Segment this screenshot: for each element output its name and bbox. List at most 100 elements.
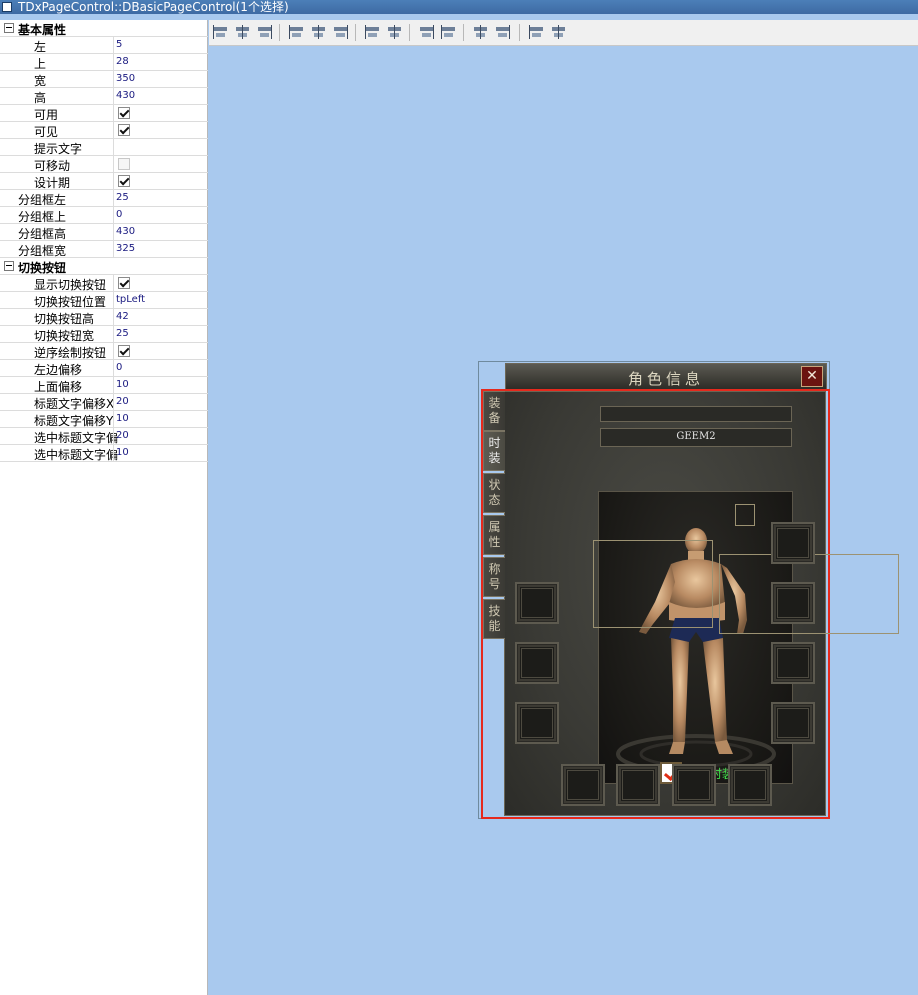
column-divider [113, 224, 114, 241]
property-value[interactable]: 0 [116, 209, 122, 220]
checkbox-checked-icon[interactable] [118, 107, 130, 119]
align-left-icon[interactable] [213, 25, 229, 39]
property-value[interactable]: 25 [116, 192, 129, 203]
column-divider [113, 122, 114, 139]
same-height-icon[interactable] [495, 25, 511, 39]
property-value[interactable]: 430 [116, 90, 135, 101]
property-row[interactable]: 可移动 [0, 156, 208, 173]
checkbox-checked-icon[interactable] [118, 277, 130, 289]
equipment-slot[interactable] [771, 522, 815, 564]
property-row[interactable]: 上 28 [0, 54, 208, 71]
align-bottom-icon[interactable] [333, 25, 349, 39]
property-row[interactable]: 分组框上 0 [0, 207, 208, 224]
equipment-slot[interactable] [771, 642, 815, 684]
close-icon[interactable]: ✕ [801, 366, 823, 387]
property-row[interactable]: 可用 [0, 105, 208, 122]
column-divider [113, 54, 114, 71]
property-row[interactable]: 标题文字偏移X 20 [0, 394, 208, 411]
property-value[interactable]: 20 [116, 396, 129, 407]
equipment-slot[interactable] [728, 764, 772, 806]
inspector-category[interactable]: 基本属性 [0, 20, 208, 37]
checkbox-checked-icon[interactable] [118, 124, 130, 136]
tab-label: 状态 [488, 478, 501, 507]
property-value[interactable]: 10 [116, 413, 129, 424]
equipment-slot[interactable] [515, 702, 559, 744]
property-row[interactable]: 切换按钮位置 tpLeft [0, 292, 208, 309]
property-value[interactable]: 5 [116, 39, 122, 50]
bring-front-icon[interactable] [529, 25, 545, 39]
property-row[interactable]: 左5 [0, 37, 208, 54]
property-row[interactable]: 选中标题文字偏 10 [0, 445, 208, 462]
property-row[interactable]: 标题文字偏移Y 10 [0, 411, 208, 428]
property-row[interactable]: 选中标题文字偏 20 [0, 428, 208, 445]
send-back-icon[interactable] [551, 25, 567, 39]
equipment-slot[interactable] [672, 764, 716, 806]
property-row[interactable]: 上面偏移 10 [0, 377, 208, 394]
property-row[interactable]: 分组框宽 325 [0, 241, 208, 258]
checkbox-checked-icon[interactable] [118, 175, 130, 187]
property-value[interactable]: 20 [116, 430, 129, 441]
collapse-toggle-icon[interactable] [4, 261, 14, 271]
tab-3[interactable]: 状态 [483, 473, 505, 513]
tab-2[interactable]: 时装 [483, 431, 505, 471]
property-row[interactable]: 高 430 [0, 88, 208, 105]
property-name: 分组框高 [18, 227, 67, 241]
property-row[interactable]: 可见 [0, 122, 208, 139]
align-middle-v-icon[interactable] [311, 25, 327, 39]
property-row[interactable]: 分组框高 430 [0, 224, 208, 241]
space-v-icon[interactable] [387, 25, 403, 39]
property-row[interactable]: 设计期 [0, 173, 208, 190]
column-divider [113, 377, 114, 394]
tab-4[interactable]: 属性 [483, 515, 505, 555]
equipment-slot[interactable] [616, 764, 660, 806]
property-value[interactable]: 25 [116, 328, 129, 339]
tab-1[interactable]: 装备 [483, 391, 505, 431]
property-value[interactable]: 10 [116, 447, 129, 458]
property-row[interactable]: 切换按钮宽 25 [0, 326, 208, 343]
inspector-category[interactable]: 切换按钮 [0, 258, 208, 275]
character-figure [616, 528, 776, 774]
property-value[interactable]: 430 [116, 226, 135, 237]
equipment-slot[interactable] [515, 642, 559, 684]
equipment-slot[interactable] [515, 582, 559, 624]
character-info-window[interactable]: 角色信息 ✕ GEEM2 装备 时装 状态 属性 称号 技能 [478, 361, 899, 819]
property-row[interactable]: 逆序绘制按钮 [0, 343, 208, 360]
align-right-icon[interactable] [257, 25, 273, 39]
same-width-icon[interactable] [473, 25, 489, 39]
property-value[interactable]: 325 [116, 243, 135, 254]
property-row[interactable]: 提示文字 [0, 139, 208, 156]
property-row[interactable]: 左边偏移 0 [0, 360, 208, 377]
property-name: 可用 [34, 108, 59, 122]
property-row[interactable]: 切换按钮高 42 [0, 309, 208, 326]
game-window-title: 角色信息 [627, 370, 704, 388]
property-row[interactable]: 宽 350 [0, 71, 208, 88]
property-value[interactable]: tpLeft [116, 294, 145, 305]
checkbox-unchecked-icon[interactable] [118, 158, 130, 170]
center-h-icon[interactable] [419, 25, 435, 39]
game-title-bar[interactable]: 角色信息 ✕ [505, 363, 827, 390]
property-row[interactable]: 分组框左 25 [0, 190, 208, 207]
category-label: 切换按钮 [18, 261, 67, 275]
column-divider [113, 156, 114, 173]
property-value[interactable]: 42 [116, 311, 129, 322]
align-center-h-icon[interactable] [235, 25, 251, 39]
tab-5[interactable]: 称号 [483, 557, 505, 597]
property-value[interactable]: 10 [116, 379, 129, 390]
space-h-icon[interactable] [365, 25, 381, 39]
checkbox-checked-icon[interactable] [118, 345, 130, 357]
property-name: 高 [34, 91, 47, 105]
property-value[interactable]: 0 [116, 362, 122, 373]
equipment-slot[interactable] [561, 764, 605, 806]
property-name: 上 [34, 57, 47, 71]
tab-6[interactable]: 技能 [483, 599, 505, 639]
align-top-icon[interactable] [289, 25, 305, 39]
column-divider [113, 326, 114, 343]
collapse-toggle-icon[interactable] [4, 23, 14, 33]
equipment-slot[interactable] [771, 582, 815, 624]
property-row[interactable]: 显示切换按钮 [0, 275, 208, 292]
property-value[interactable]: 350 [116, 73, 135, 84]
equipment-slot[interactable] [771, 702, 815, 744]
center-v-icon[interactable] [441, 25, 457, 39]
column-divider [113, 309, 114, 326]
property-value[interactable]: 28 [116, 56, 129, 67]
